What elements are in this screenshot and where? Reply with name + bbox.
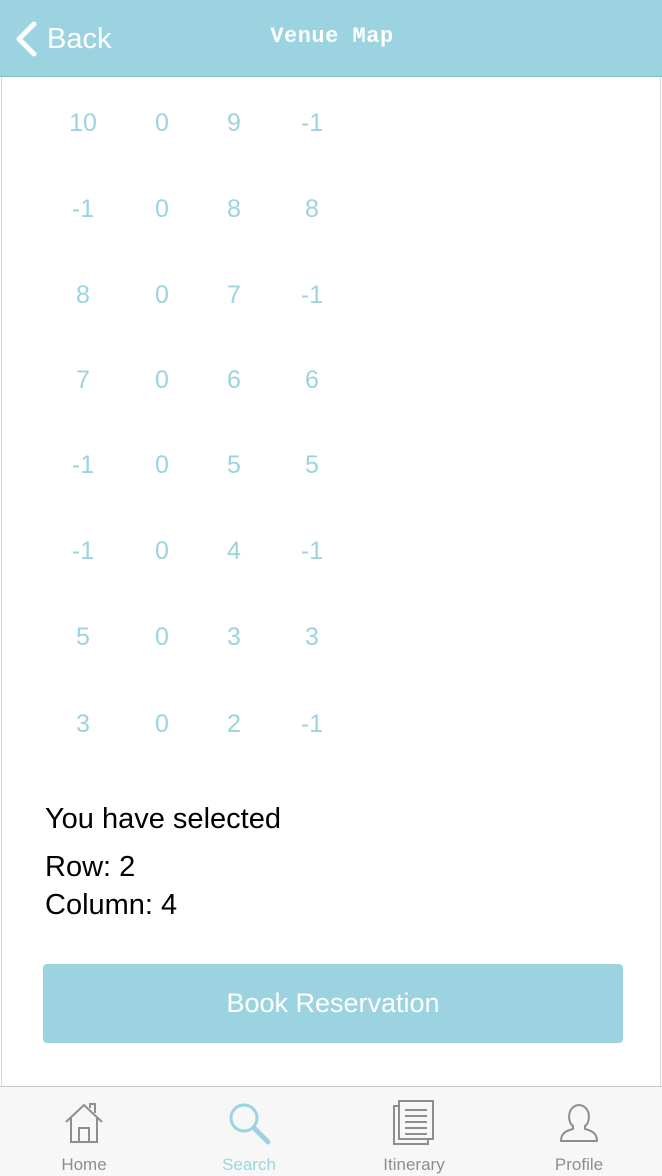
seat-cell[interactable]: -1 bbox=[282, 275, 342, 315]
tab-bar: Home Search Itinerary Profile bbox=[0, 1086, 662, 1176]
back-button[interactable]: Back bbox=[14, 18, 111, 60]
chevron-left-icon bbox=[16, 21, 37, 57]
search-icon bbox=[227, 1101, 271, 1145]
grid-row: -1 0 4 -1 bbox=[2, 531, 402, 571]
tab-label: Itinerary bbox=[383, 1155, 445, 1174]
seat-cell[interactable]: 0 bbox=[132, 189, 192, 229]
seat-cell[interactable]: 6 bbox=[282, 360, 342, 400]
selection-heading: You have selected bbox=[45, 803, 281, 835]
tab-label: Search bbox=[222, 1155, 276, 1174]
seat-cell[interactable]: 7 bbox=[53, 360, 113, 400]
grid-row: 10 0 9 -1 bbox=[2, 103, 402, 143]
tab-home[interactable]: Home bbox=[14, 1087, 154, 1176]
seat-cell[interactable]: 5 bbox=[282, 445, 342, 485]
seat-cell[interactable]: 8 bbox=[204, 189, 264, 229]
seat-cell[interactable]: 10 bbox=[53, 103, 113, 143]
seat-cell[interactable]: 5 bbox=[53, 617, 113, 657]
seat-cell[interactable]: 3 bbox=[282, 617, 342, 657]
seat-cell[interactable]: 0 bbox=[132, 617, 192, 657]
seat-cell[interactable]: -1 bbox=[53, 189, 113, 229]
grid-row: -1 0 8 8 bbox=[2, 189, 402, 229]
selected-row-text: Row: 2 bbox=[45, 851, 136, 883]
tab-label: Home bbox=[61, 1155, 107, 1174]
seat-cell[interactable]: 6 bbox=[204, 360, 264, 400]
profile-icon bbox=[557, 1101, 601, 1145]
grid-row: -1 0 5 5 bbox=[2, 445, 402, 485]
seat-cell[interactable]: 2 bbox=[204, 704, 264, 744]
grid-row: 5 0 3 3 bbox=[2, 617, 402, 657]
seat-cell[interactable]: 0 bbox=[132, 531, 192, 571]
seat-cell[interactable]: -1 bbox=[282, 103, 342, 143]
seat-cell[interactable]: 8 bbox=[53, 275, 113, 315]
navigation-bar: Back Venue Map bbox=[0, 0, 662, 77]
page-title: Venue Map bbox=[270, 24, 394, 49]
grid-row: 7 0 6 6 bbox=[2, 360, 402, 400]
grid-row: 8 0 7 -1 bbox=[2, 275, 402, 315]
book-reservation-button[interactable]: Book Reservation bbox=[43, 964, 623, 1043]
tab-profile[interactable]: Profile bbox=[509, 1087, 649, 1176]
seat-cell[interactable]: 8 bbox=[282, 189, 342, 229]
tab-label: Profile bbox=[554, 1155, 604, 1174]
seat-cell[interactable]: 4 bbox=[204, 531, 264, 571]
seat-cell[interactable]: 3 bbox=[204, 617, 264, 657]
seat-cell[interactable]: 0 bbox=[132, 275, 192, 315]
back-label: Back bbox=[47, 22, 112, 55]
seat-cell[interactable]: 0 bbox=[132, 445, 192, 485]
seat-cell[interactable]: 3 bbox=[53, 704, 113, 744]
seat-cell[interactable]: 5 bbox=[204, 445, 264, 485]
tab-itinerary[interactable]: Itinerary bbox=[344, 1087, 484, 1176]
seat-cell[interactable]: 0 bbox=[132, 360, 192, 400]
venue-map-content: 10 0 9 -1 -1 0 8 8 8 0 7 -1 7 0 6 6 -1 0… bbox=[1, 77, 661, 1086]
grid-row: 3 0 2 -1 bbox=[2, 704, 402, 744]
seat-cell[interactable]: 0 bbox=[132, 103, 192, 143]
seat-cell[interactable]: 7 bbox=[204, 275, 264, 315]
seat-cell[interactable]: 0 bbox=[132, 704, 192, 744]
selected-column-text: Column: 4 bbox=[45, 889, 178, 921]
home-icon bbox=[62, 1101, 106, 1145]
seat-cell[interactable]: -1 bbox=[53, 531, 113, 571]
seat-cell[interactable]: -1 bbox=[53, 445, 113, 485]
seat-cell[interactable]: 9 bbox=[204, 103, 264, 143]
seat-cell[interactable]: -1 bbox=[282, 531, 342, 571]
itinerary-icon bbox=[392, 1100, 436, 1145]
seat-cell[interactable]: -1 bbox=[282, 704, 342, 744]
tab-search[interactable]: Search bbox=[179, 1087, 319, 1176]
